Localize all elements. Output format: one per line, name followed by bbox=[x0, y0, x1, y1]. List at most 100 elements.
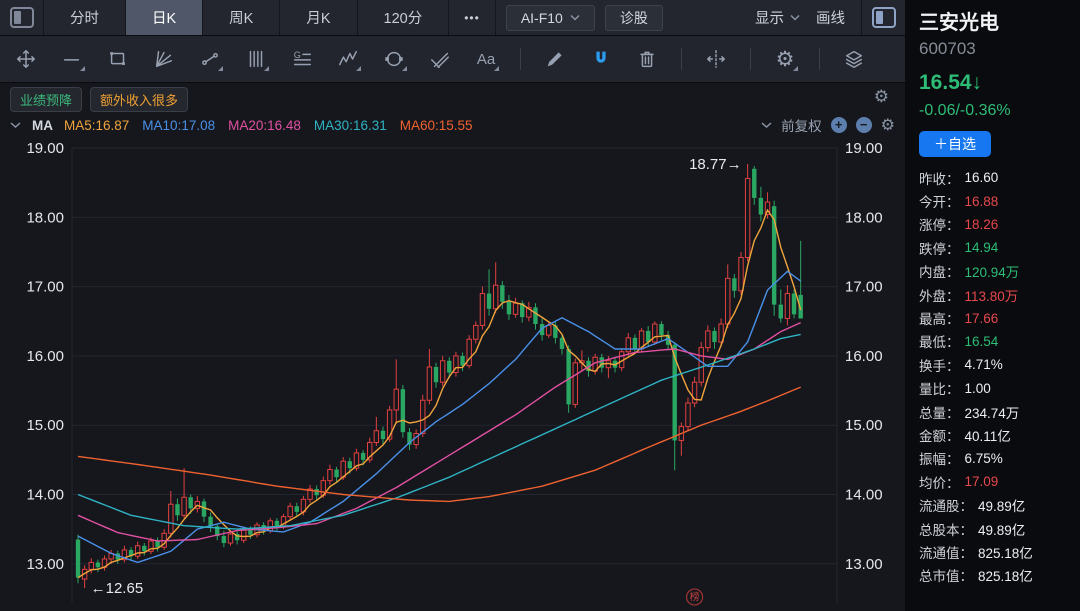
trendline-tool-icon[interactable] bbox=[60, 47, 84, 71]
tab-weekly-k[interactable]: 周K bbox=[203, 0, 280, 35]
add-watchlist-button[interactable]: ＋自选 bbox=[919, 131, 991, 157]
split-view-icon[interactable] bbox=[704, 47, 728, 71]
tab-strip: 分时日K周K月K120分••• bbox=[44, 0, 496, 35]
stat-row: 内盘：120.94万 bbox=[919, 260, 1070, 283]
display-label: 显示 bbox=[755, 7, 784, 28]
segment-tool-icon[interactable] bbox=[198, 47, 222, 71]
left-panel-toggle[interactable] bbox=[0, 0, 44, 35]
toolbar-divider bbox=[520, 48, 521, 70]
tag-earnings-forecast-down[interactable]: 业绩预降 bbox=[10, 87, 82, 112]
stat-row: 均价：17.09 bbox=[919, 470, 1070, 493]
tab-minute[interactable]: 分时 bbox=[44, 0, 126, 35]
zoom-out-button[interactable]: − bbox=[856, 117, 872, 133]
indicator-settings-gear-icon[interactable]: ⚙ bbox=[881, 115, 895, 135]
stat-label: 总股本： bbox=[919, 519, 973, 539]
ma-line-ma60 bbox=[78, 387, 801, 501]
main-area: 分时日K周K月K120分••• AI-F10 诊股 显示 画线 bbox=[0, 0, 905, 611]
pitchfork-tool-icon[interactable] bbox=[428, 47, 452, 71]
zoom-in-button[interactable]: + bbox=[831, 117, 847, 133]
stat-label: 均价： bbox=[919, 472, 960, 492]
price-adjust-mode[interactable]: 前复权 bbox=[781, 115, 822, 135]
news-tag-row: 业绩预降额外收入很多 ⚙ bbox=[10, 87, 895, 111]
gann-lines-tool-icon[interactable]: G bbox=[290, 47, 314, 71]
cycle-tool-icon[interactable] bbox=[382, 47, 406, 71]
stat-value: 120.94万 bbox=[965, 261, 1020, 281]
stat-row: 总股本：49.89亿 bbox=[919, 517, 1070, 540]
stat-row: 总量：234.74万 bbox=[919, 400, 1070, 423]
tab-monthly-k[interactable]: 月K bbox=[280, 0, 357, 35]
stat-value: 49.89亿 bbox=[978, 519, 1025, 539]
y-axis-label-left: 13.00 bbox=[26, 556, 64, 573]
ai-f10-button[interactable]: AI-F10 bbox=[506, 5, 595, 31]
stat-row: 总市值：825.18亿 bbox=[919, 564, 1070, 587]
display-menu-button[interactable]: 显示 bbox=[755, 7, 800, 28]
y-axis-label-right: 16.00 bbox=[845, 348, 883, 365]
stat-value: 113.80万 bbox=[965, 285, 1019, 305]
stat-value: 16.88 bbox=[965, 194, 999, 209]
stat-value: 4.71% bbox=[965, 357, 1003, 372]
stat-label: 今开： bbox=[919, 191, 960, 211]
period-tab-bar: 分时日K周K月K120分••• AI-F10 诊股 显示 画线 bbox=[0, 0, 905, 36]
rect-tool-icon[interactable] bbox=[106, 47, 130, 71]
chevron-down-icon[interactable] bbox=[10, 121, 21, 129]
gann-fan-tool-icon[interactable] bbox=[152, 47, 176, 71]
vertical-lines-tool-icon[interactable] bbox=[244, 47, 268, 71]
layers-icon[interactable] bbox=[842, 47, 866, 71]
ma-legend-bar: MA MA5:16.87MA10:17.08MA20:16.48MA30:16.… bbox=[10, 114, 895, 136]
draw-line-label: 画线 bbox=[816, 7, 845, 28]
stat-label: 内盘： bbox=[919, 261, 960, 281]
text-tool[interactable]: Aa bbox=[474, 47, 498, 71]
stat-row: 最低：16.54 bbox=[919, 330, 1070, 353]
price-change: -0.06/-0.36% bbox=[919, 100, 1070, 121]
stat-value: 18.26 bbox=[965, 217, 999, 232]
toolbar-divider bbox=[750, 48, 751, 70]
ma-legend-item: MA20:16.48 bbox=[228, 118, 301, 133]
settings-gear-icon[interactable]: ⚙ bbox=[773, 47, 797, 71]
kline-chart[interactable]: 19.0019.0018.0018.0017.0017.0016.0016.00… bbox=[0, 140, 905, 611]
tabbar-spacer bbox=[663, 0, 755, 35]
ma-line-ma10 bbox=[78, 271, 801, 562]
stat-label: 昨收： bbox=[919, 168, 960, 188]
magnet-tool-icon[interactable] bbox=[589, 47, 613, 71]
stat-value: 16.54 bbox=[965, 334, 999, 349]
y-axis-label-left: 17.00 bbox=[26, 279, 64, 296]
tab-min-120[interactable]: 120分 bbox=[358, 0, 450, 35]
ma-indicator-title: MA bbox=[32, 118, 53, 133]
stat-value: 14.94 bbox=[965, 240, 999, 255]
ai-f10-label: AI-F10 bbox=[521, 10, 563, 26]
toolbar-divider bbox=[819, 48, 820, 70]
wave-tool-icon[interactable] bbox=[336, 47, 360, 71]
diagnose-stock-button[interactable]: 诊股 bbox=[605, 5, 663, 31]
stat-row: 涨停：18.26 bbox=[919, 213, 1070, 236]
stat-label: 跌停： bbox=[919, 238, 960, 258]
pencil-tool-icon[interactable] bbox=[543, 47, 567, 71]
stat-row: 金额：40.11亿 bbox=[919, 423, 1070, 446]
tab-daily-k[interactable]: 日K bbox=[126, 0, 203, 35]
ma-legend-item: MA60:15.55 bbox=[400, 118, 473, 133]
stat-row: 今开： 16.88 bbox=[919, 189, 1070, 212]
trash-tool-icon[interactable] bbox=[635, 47, 659, 71]
y-axis-label-left: 15.00 bbox=[26, 417, 64, 434]
move-tool-icon[interactable] bbox=[14, 47, 38, 71]
text-tool-label: Aa bbox=[477, 51, 495, 68]
y-axis-label-right: 13.00 bbox=[845, 556, 883, 573]
tag-settings-gear-icon[interactable]: ⚙ bbox=[874, 87, 889, 107]
stat-value: 16.60 bbox=[965, 170, 999, 185]
panel-right-icon bbox=[872, 7, 896, 28]
y-axis-label-left: 19.00 bbox=[26, 140, 64, 157]
stat-row: 流通股：49.89亿 bbox=[919, 493, 1070, 516]
tag-extra-income[interactable]: 额外收入很多 bbox=[90, 87, 188, 112]
stat-row: 流通值：825.18亿 bbox=[919, 540, 1070, 563]
stat-row: 振幅：6.75% bbox=[919, 447, 1070, 470]
price-annotation: 18.77→ bbox=[689, 156, 742, 173]
tab-more[interactable]: ••• bbox=[449, 0, 496, 35]
stat-value: 234.74万 bbox=[965, 402, 1020, 422]
rank-badge-label: 榜 bbox=[690, 591, 700, 604]
right-panel-toggle[interactable] bbox=[861, 0, 905, 35]
quote-stats-list: 昨收： 16.60 今开： 16.88 涨停：18.26跌停： 14.94 内盘：120.9… bbox=[919, 166, 1070, 587]
chevron-down-icon bbox=[790, 14, 800, 21]
draw-line-button[interactable]: 画线 bbox=[816, 7, 845, 28]
stat-value: 17.66 bbox=[965, 311, 999, 326]
stat-value: 6.75% bbox=[965, 451, 1003, 466]
chevron-down-icon[interactable] bbox=[761, 121, 772, 129]
